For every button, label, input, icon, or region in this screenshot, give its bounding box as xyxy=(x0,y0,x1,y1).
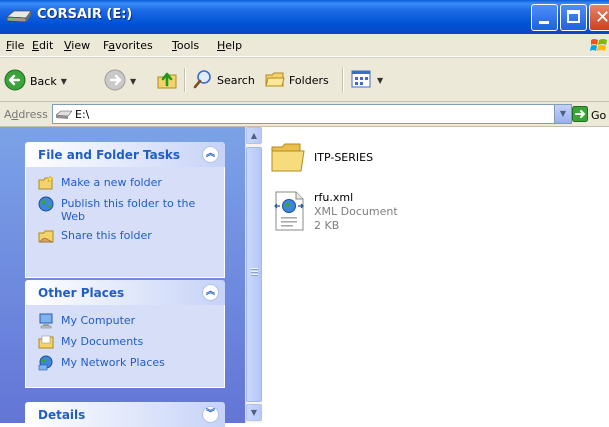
search-icon xyxy=(193,69,213,92)
place-my-computer[interactable]: My Computer xyxy=(38,313,224,329)
search-label: Search xyxy=(217,74,255,87)
title-bar[interactable]: CORSAIR (E:) ✕ xyxy=(0,0,609,34)
folders-icon xyxy=(265,69,285,92)
toolbar-separator xyxy=(184,68,186,92)
forward-button[interactable]: ▼ xyxy=(104,69,136,94)
file-size: 2 KB xyxy=(314,219,340,232)
task-pane-scrollbar[interactable]: ▲ ▼ xyxy=(245,127,262,423)
place-label: My Documents xyxy=(61,335,144,348)
task-pane: File and Folder Tasks ︽ Make a new folde… xyxy=(0,127,245,427)
collapse-chevron-icon[interactable]: ︽ xyxy=(202,146,219,163)
maximize-button[interactable] xyxy=(560,4,587,31)
file-name: rfu.xml xyxy=(314,191,354,204)
panel-title: Other Places xyxy=(38,286,125,300)
share-folder-icon xyxy=(38,228,54,244)
file-details: rfu.xml XML Document 2 KB xyxy=(314,191,398,233)
grip-line xyxy=(251,268,258,270)
close-icon: ✕ xyxy=(595,7,609,28)
panel-header[interactable]: Details ︾ xyxy=(25,402,225,427)
drive-icon xyxy=(5,9,32,28)
file-name: ITP-SERIES xyxy=(314,151,374,164)
globe-publish-icon xyxy=(38,196,54,212)
views-button[interactable]: ▼ xyxy=(351,69,383,92)
maximize-icon xyxy=(567,10,580,23)
collapse-chevron-icon[interactable]: ︽ xyxy=(202,284,219,301)
expand-chevron-icon[interactable]: ︾ xyxy=(202,406,219,423)
other-places-panel: Other Places ︽ My Computer My Documents xyxy=(25,280,225,388)
file-item-folder[interactable]: ITP-SERIES xyxy=(270,140,373,177)
file-list: ITP-SERIES rfu.xml XML Document 2 KB xyxy=(262,127,609,423)
xml-document-icon xyxy=(272,191,306,234)
windows-logo-icon xyxy=(590,37,608,56)
back-label: Back xyxy=(30,75,57,88)
address-input[interactable]: E:\ ▼ xyxy=(52,104,572,124)
back-dropdown-icon[interactable]: ▼ xyxy=(61,77,67,86)
drive-icon xyxy=(55,110,73,123)
panel-body: Make a new folder Publish this folder to… xyxy=(25,167,225,278)
folders-label: Folders xyxy=(289,74,329,87)
views-icon xyxy=(351,69,373,92)
place-label: My Computer xyxy=(61,314,136,327)
address-dropdown-button[interactable]: ▼ xyxy=(554,105,571,123)
minimize-icon xyxy=(539,21,549,24)
up-folder-icon xyxy=(156,68,178,93)
forward-dropdown-icon[interactable]: ▼ xyxy=(130,77,136,86)
toolbar: Back ▼ ▼ Search Folders ▼ xyxy=(0,57,609,102)
file-item-xml[interactable]: rfu.xml XML Document 2 KB xyxy=(272,191,398,234)
address-bar: Address E:\ ▼ Go xyxy=(0,102,609,127)
forward-arrow-icon xyxy=(104,69,126,94)
minimize-button[interactable] xyxy=(531,4,558,31)
task-label: Make a new folder xyxy=(61,176,162,189)
file-type: XML Document xyxy=(314,205,398,218)
close-button[interactable]: ✕ xyxy=(589,4,609,31)
up-folder-button[interactable] xyxy=(156,68,178,93)
folders-button[interactable]: Folders xyxy=(265,69,329,92)
address-value: E:\ xyxy=(75,108,90,121)
address-label: Address xyxy=(4,108,48,121)
task-label: Publish this folder to the Web xyxy=(61,197,196,223)
window-title: CORSAIR (E:) xyxy=(37,7,133,22)
menu-favorites[interactable]: Favorites xyxy=(103,39,153,52)
back-arrow-icon xyxy=(4,69,26,94)
scroll-down-button[interactable]: ▼ xyxy=(246,404,262,421)
folder-icon xyxy=(270,140,306,177)
menu-edit[interactable]: Edit xyxy=(32,39,53,52)
panel-header[interactable]: Other Places ︽ xyxy=(25,280,225,305)
details-panel: Details ︾ xyxy=(25,402,225,427)
task-publish-folder-web[interactable]: Publish this folder to the Web xyxy=(38,196,224,223)
panel-header[interactable]: File and Folder Tasks ︽ xyxy=(25,142,225,167)
toolbar-separator xyxy=(342,68,344,92)
scroll-up-button[interactable]: ▲ xyxy=(246,127,262,144)
menu-view[interactable]: View xyxy=(64,39,90,52)
grip-line xyxy=(251,271,258,273)
place-label: My Network Places xyxy=(61,356,165,369)
task-label: Share this folder xyxy=(61,229,152,242)
menu-file[interactable]: File xyxy=(6,39,24,52)
file-folder-tasks-panel: File and Folder Tasks ︽ Make a new folde… xyxy=(25,142,225,278)
panel-title: File and Folder Tasks xyxy=(38,148,181,162)
task-share-folder[interactable]: Share this folder xyxy=(38,228,224,244)
panel-body: My Computer My Documents My Network Plac… xyxy=(25,305,225,388)
menu-help[interactable]: Help xyxy=(217,39,242,52)
go-button[interactable]: Go xyxy=(572,106,606,125)
my-computer-icon xyxy=(38,313,54,329)
place-my-documents[interactable]: My Documents xyxy=(38,334,224,350)
grip-line xyxy=(251,274,258,276)
menu-bar: File Edit View Favorites Tools Help xyxy=(0,34,609,57)
scroll-thumb[interactable] xyxy=(246,147,262,402)
panel-title: Details xyxy=(38,408,86,422)
network-places-icon xyxy=(38,355,54,371)
search-button[interactable]: Search xyxy=(193,69,255,92)
go-label: Go xyxy=(591,109,607,122)
place-my-network-places[interactable]: My Network Places xyxy=(38,355,224,371)
new-folder-icon xyxy=(38,175,54,191)
go-arrow-icon xyxy=(572,106,588,125)
views-dropdown-icon[interactable]: ▼ xyxy=(377,76,383,85)
task-make-new-folder[interactable]: Make a new folder xyxy=(38,175,224,191)
back-button[interactable]: Back ▼ xyxy=(4,69,67,94)
menu-tools[interactable]: Tools xyxy=(172,39,199,52)
my-documents-icon xyxy=(38,334,54,350)
